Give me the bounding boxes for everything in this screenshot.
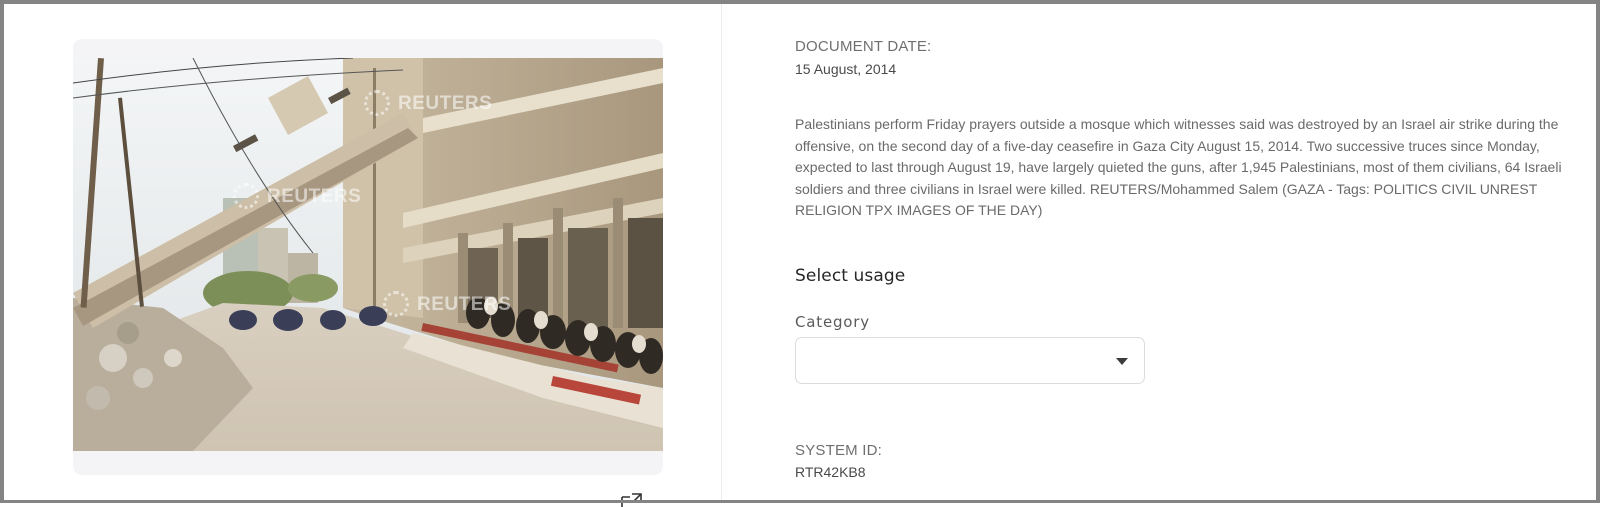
photo-illustration	[73, 58, 663, 451]
system-id-value: RTR42KB8	[795, 464, 866, 480]
photo-description: Palestinians perform Friday prayers outs…	[795, 116, 1562, 218]
system-id-label: SYSTEM ID:	[795, 442, 883, 459]
reuters-logo-watermark	[233, 183, 259, 209]
document-date-label: DOCUMENT DATE:	[795, 38, 932, 55]
news-photo[interactable]: REUTERS REUTERS REUTERS	[73, 58, 663, 451]
watermark-reuters: REUTERS	[417, 294, 512, 315]
category-label: Category	[795, 313, 870, 331]
category-select[interactable]	[795, 337, 1145, 384]
reuters-logo-watermark	[364, 90, 390, 116]
watermark-reuters: REUTERS	[267, 186, 362, 207]
image-pane: REUTERS REUTERS REUTERS	[4, 4, 721, 507]
reuters-logo-watermark	[383, 291, 409, 317]
watermark-reuters: REUTERS	[398, 93, 493, 114]
document-date-value: 15 August, 2014	[795, 61, 897, 77]
select-usage-heading: Select usage	[795, 266, 906, 286]
details-pane: DOCUMENT DATE: 15 August, 2014 Palestini…	[722, 4, 1596, 500]
external-link-icon[interactable]	[620, 493, 644, 507]
image-card: REUTERS REUTERS REUTERS	[73, 39, 663, 475]
chevron-down-icon	[1116, 358, 1128, 365]
